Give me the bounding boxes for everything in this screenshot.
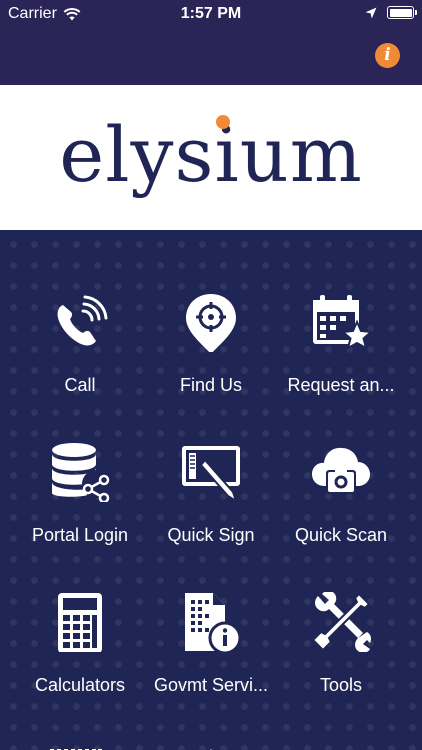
portal-login-label: Portal Login	[31, 525, 129, 545]
request-appointment-label: Request an...	[287, 375, 395, 395]
document-info-icon	[185, 593, 241, 652]
location-pin-icon	[186, 294, 236, 352]
info-button[interactable]: i	[375, 43, 400, 68]
next-row-icon-peek-right	[317, 744, 325, 750]
info-icon: i	[384, 45, 391, 65]
tools-icon	[311, 592, 371, 652]
call-label: Call	[64, 375, 96, 395]
government-services-tile[interactable]: Govmt Servi...	[141, 592, 281, 742]
calendar-star-icon	[313, 295, 371, 351]
status-time: 1:57 PM	[180, 5, 242, 22]
next-row-icon-peek-middle	[205, 744, 217, 750]
find-us-tile[interactable]: Find Us	[141, 292, 281, 442]
logo-dot	[216, 115, 230, 129]
battery-fill	[389, 8, 412, 17]
logo-banner: elysium	[0, 85, 422, 230]
calculator-icon	[58, 593, 102, 652]
phone-icon	[57, 295, 108, 346]
cloud-camera-icon	[312, 447, 370, 494]
government-services-label: Govmt Servi...	[153, 675, 269, 695]
quick-scan-label: Quick Scan	[294, 525, 388, 545]
main-grid: Call Find Us Request an... Portal Login …	[0, 230, 422, 750]
logo-text: elysium	[59, 110, 363, 199]
call-tile[interactable]: Call	[10, 292, 150, 442]
portal-login-tile[interactable]: Portal Login	[10, 442, 150, 592]
status-right	[365, 6, 417, 19]
tools-label: Tools	[319, 675, 363, 695]
nav-bar: i	[0, 30, 422, 85]
status-bar: Carrier 1:57 PM	[0, 0, 422, 30]
location-arrow-icon	[365, 7, 377, 18]
quick-scan-tile[interactable]: Quick Scan	[271, 442, 411, 592]
database-share-icon	[52, 443, 110, 502]
logo: elysium	[0, 115, 422, 195]
sign-tablet-icon	[182, 446, 240, 502]
tools-tile[interactable]: Tools	[271, 592, 411, 742]
quick-sign-tile[interactable]: Quick Sign	[141, 442, 281, 592]
calculators-label: Calculators	[34, 675, 126, 695]
find-us-label: Find Us	[179, 375, 242, 395]
next-row-icon-peek-left	[50, 744, 102, 750]
quick-sign-label: Quick Sign	[167, 525, 255, 545]
request-appointment-tile[interactable]: Request an...	[271, 292, 411, 442]
calculators-tile[interactable]: Calculators	[10, 592, 150, 742]
battery-icon	[387, 6, 417, 19]
